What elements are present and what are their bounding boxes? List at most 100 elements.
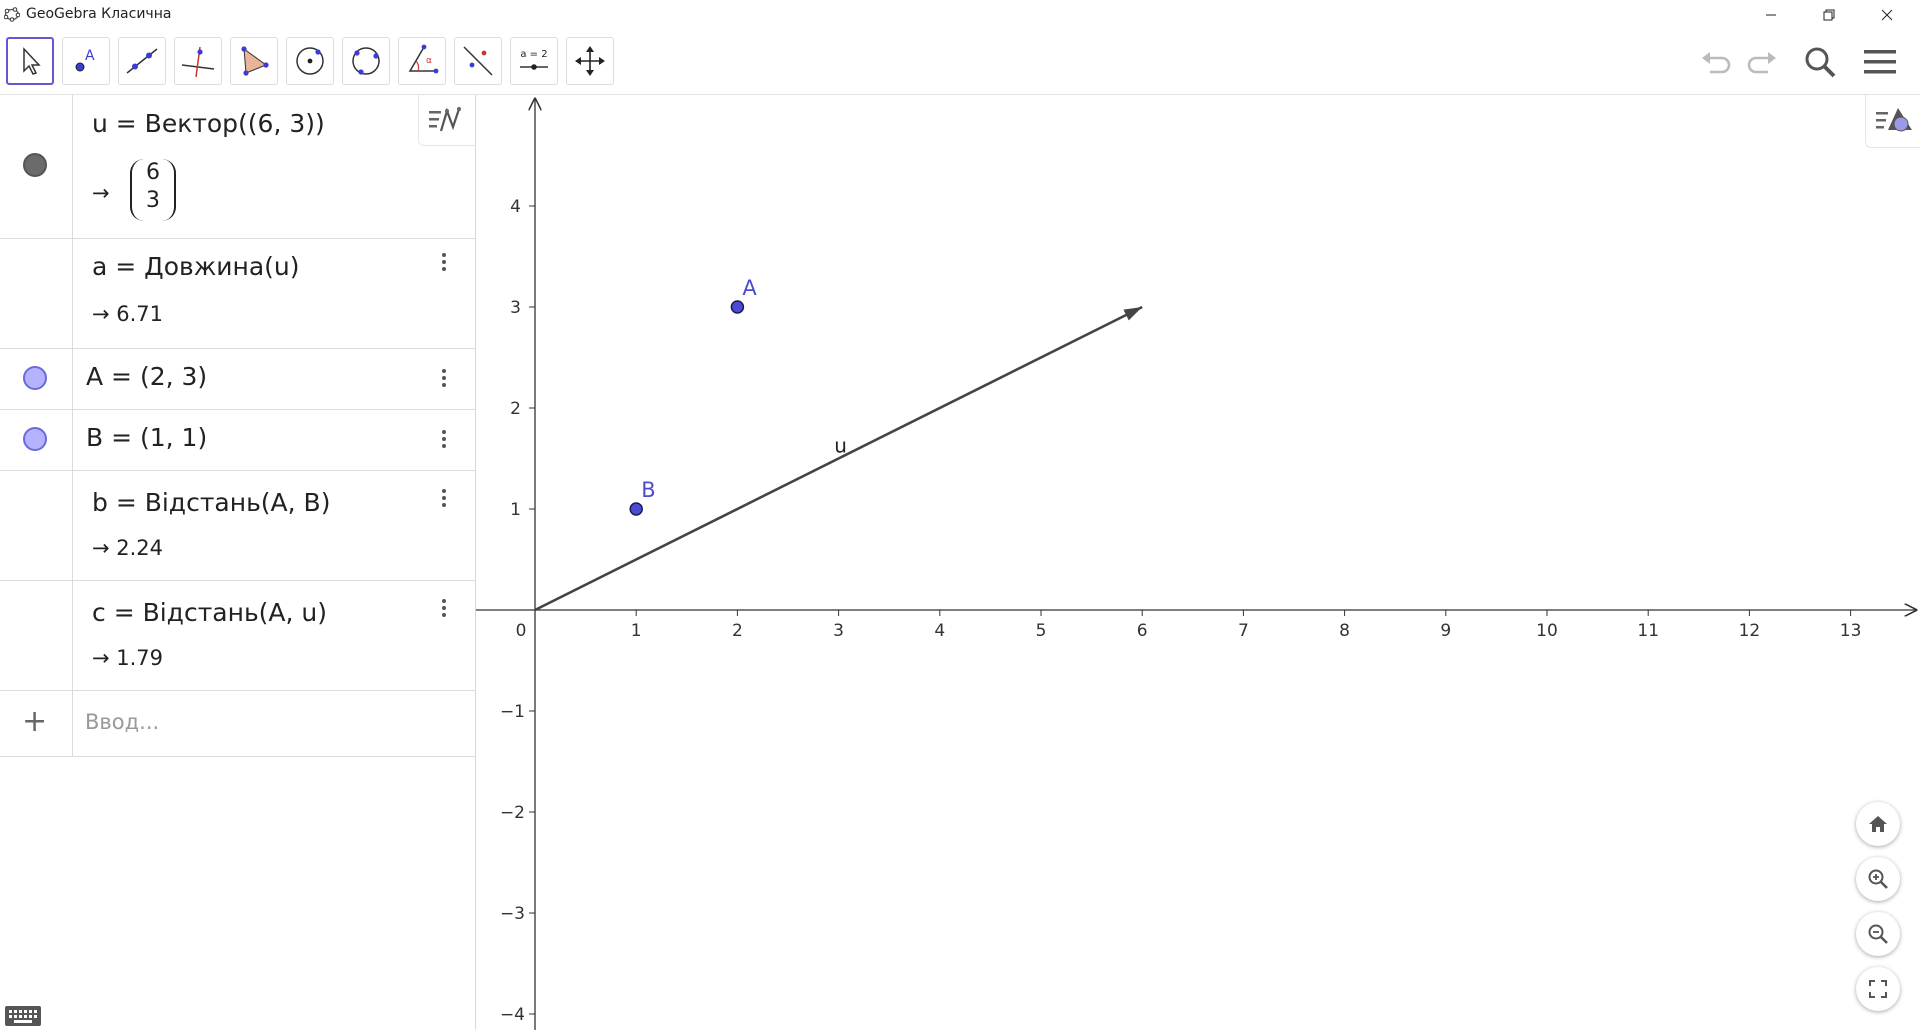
definition-A[interactable]: A = (2, 3) <box>86 362 207 391</box>
row-menu-a[interactable] <box>436 250 452 276</box>
minimize-icon <box>1766 14 1776 16</box>
algebra-style-bar-toggle[interactable] <box>418 95 475 146</box>
y-tick-label: −3 <box>500 904 525 924</box>
vector-u <box>534 305 1143 612</box>
visibility-toggle-A[interactable] <box>23 366 47 390</box>
move-arrows-icon <box>575 46 605 76</box>
output-b: → 2.24 <box>92 536 164 560</box>
y-tick-label: 3 <box>510 298 521 318</box>
algebra-input-field[interactable]: Ввод... <box>85 710 159 734</box>
close-icon <box>1881 9 1893 21</box>
zoom-out-icon <box>1868 924 1888 944</box>
restore-button[interactable] <box>1806 0 1852 30</box>
graphics-style-bar-toggle[interactable] <box>1865 95 1920 148</box>
move-tool-button[interactable] <box>6 37 54 85</box>
point-icon: A <box>75 48 95 72</box>
point-B[interactable] <box>629 502 643 516</box>
search-icon <box>1805 47 1836 78</box>
add-plus-icon[interactable]: + <box>22 704 47 739</box>
line-icon <box>126 48 158 74</box>
x-tick-label: 8 <box>1339 621 1350 641</box>
zoom-in-icon <box>1868 869 1888 889</box>
redo-icon <box>1747 52 1776 74</box>
vector-u-arrowhead <box>1123 307 1143 321</box>
definition-B[interactable]: B = (1, 1) <box>86 423 207 452</box>
visibility-toggle-u[interactable] <box>23 153 47 177</box>
output-c: → 1.79 <box>92 646 164 670</box>
circle-center-icon <box>296 47 324 75</box>
point-A[interactable] <box>730 300 745 314</box>
main-menu-button[interactable] <box>1860 42 1900 82</box>
algebra-view: u = Вектор((6, 3)) → 6 3 a = Довжина(u) … <box>0 95 476 1030</box>
keyboard-button[interactable] <box>4 1004 42 1028</box>
definition-b[interactable]: b = Відстань(A, B) <box>92 488 330 517</box>
point-label-B: B <box>641 478 655 502</box>
x-tick-label: 2 <box>732 621 743 641</box>
circle-three-points-tool-button[interactable] <box>342 37 390 85</box>
vector-matrix-output: 6 3 <box>130 159 176 221</box>
point-label-A: A <box>742 276 757 300</box>
visibility-toggle-B[interactable] <box>23 427 47 451</box>
x-tick-label: 7 <box>1238 621 1249 641</box>
geogebra-logo-icon <box>4 7 20 22</box>
angle-icon: α <box>408 44 439 74</box>
row-menu-b[interactable] <box>436 486 452 512</box>
zoom-out-button[interactable] <box>1856 912 1900 956</box>
x-tick-label: 9 <box>1440 621 1451 641</box>
fullscreen-button[interactable] <box>1856 967 1900 1011</box>
y-tick-label: 4 <box>510 197 521 217</box>
slider-tool-button[interactable]: a = 2 <box>510 37 558 85</box>
x-tick-label: 12 <box>1739 621 1761 641</box>
angle-tool-button[interactable]: α <box>398 37 446 85</box>
polygon-icon <box>241 46 269 76</box>
row-menu-c[interactable] <box>436 596 452 622</box>
y-tick-label: 2 <box>510 399 521 419</box>
minimize-button[interactable] <box>1748 0 1794 30</box>
slider-icon-label: a = 2 <box>520 49 547 60</box>
close-button[interactable] <box>1864 0 1910 30</box>
y-tick-label: 1 <box>510 500 521 520</box>
x-tick-label: 6 <box>1137 621 1148 641</box>
home-icon <box>1869 816 1887 832</box>
hamburger-menu-icon <box>1864 50 1896 74</box>
vector-component-y: 3 <box>146 188 160 213</box>
line-tool-button[interactable] <box>118 37 166 85</box>
point-tool-button[interactable]: A <box>62 37 110 85</box>
algebra-row-a[interactable]: a = Довжина(u) → 6.71 <box>0 238 475 349</box>
perpendicular-line-tool-button[interactable] <box>174 37 222 85</box>
polygon-tool-button[interactable] <box>230 37 278 85</box>
svg-text:α: α <box>426 56 432 66</box>
undo-button[interactable] <box>1696 42 1736 82</box>
search-button[interactable] <box>1800 42 1840 82</box>
zoom-in-button[interactable] <box>1856 857 1900 901</box>
reflect-line-icon <box>463 46 493 76</box>
reflect-about-line-tool-button[interactable] <box>454 37 502 85</box>
algebra-input-row[interactable]: + Ввод... <box>0 690 475 757</box>
definition-u[interactable]: u = Вектор((6, 3)) <box>92 109 325 138</box>
algebra-row-b[interactable]: b = Відстань(A, B) → 2.24 <box>0 470 475 581</box>
standard-view-button[interactable] <box>1856 802 1900 846</box>
slider-icon: a = 2 <box>520 49 548 70</box>
output-a: → 6.71 <box>92 302 164 326</box>
algebra-row-B[interactable]: B = (1, 1) <box>0 409 475 471</box>
output-arrow-u: → <box>92 181 110 205</box>
arrow-cursor-icon <box>23 47 41 75</box>
algebra-row-c[interactable]: c = Відстань(A, u) → 1.79 <box>0 580 475 691</box>
x-tick-label: 11 <box>1637 621 1659 641</box>
row-menu-B[interactable] <box>436 427 452 453</box>
keyboard-icon <box>5 1006 41 1026</box>
circle-three-points-icon <box>352 47 380 75</box>
y-tick-label: −1 <box>500 702 525 722</box>
definition-a[interactable]: a = Довжина(u) <box>92 252 300 281</box>
definition-c[interactable]: c = Відстань(A, u) <box>92 598 327 627</box>
redo-button[interactable] <box>1742 42 1782 82</box>
graphics-view[interactable]: 0 1 2 3 4 5 6 7 8 9 10 11 12 131234−1−2−3−4 uAB <box>476 95 1920 1030</box>
y-tick-label: −4 <box>500 1005 525 1025</box>
row-menu-A[interactable] <box>436 366 452 392</box>
circle-center-tool-button[interactable] <box>286 37 334 85</box>
move-graphics-view-tool-button[interactable] <box>566 37 614 85</box>
algebra-row-A[interactable]: A = (2, 3) <box>0 348 475 410</box>
algebra-row-u[interactable]: u = Вектор((6, 3)) → 6 3 <box>0 95 475 239</box>
restore-icon <box>1823 9 1835 21</box>
x-tick-label: 5 <box>1036 621 1047 641</box>
